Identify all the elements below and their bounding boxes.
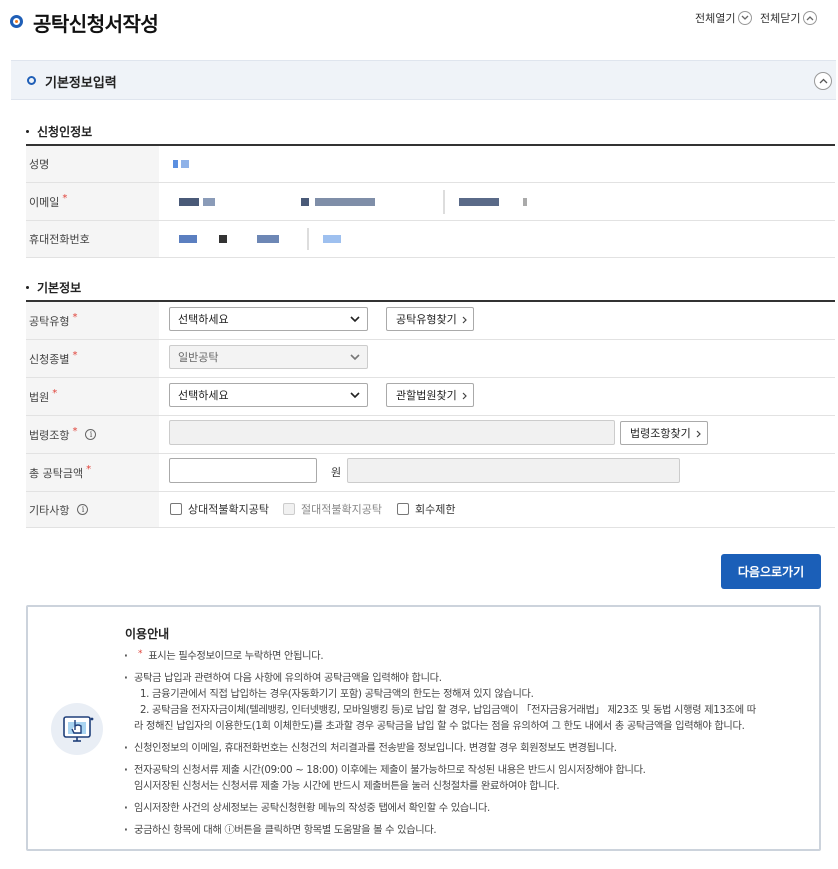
chevron-down-icon [350,354,360,361]
basic-info-table: 공탁유형 * 신청종별 * 법원 * 법령조항 * i 총 공탁금액 * 기타사항 i [26,300,835,528]
applicant-info-table: 성명 이메일 * 휴대전화번호 [26,144,835,258]
next-button[interactable]: 다음으로가기 [721,554,821,589]
name-label: 성명 [26,146,159,182]
masked-text [301,197,309,206]
total-amount-label: 총 공탁금액 * [26,454,159,491]
court-select[interactable]: 선택하세요 [169,383,368,407]
masked-text [181,160,189,168]
collapse-all-button[interactable]: 전체닫기 [760,10,818,26]
masked-text [523,197,527,206]
deposit-type-select[interactable]: 선택하세요 [169,307,368,331]
masked-text [323,235,341,243]
email-label: 이메일 * [26,183,159,220]
chevron-up-icon [803,11,818,25]
absolute-uncertain-checkbox[interactable]: 절대적불확지공탁 [283,501,382,517]
application-type-select[interactable]: 일반공탁 [169,345,368,369]
section-collapse-button[interactable] [814,72,832,90]
currency-unit: 원 [331,466,342,479]
table-row: 이메일 * [26,183,835,221]
application-type-label: 신청종별 * [26,340,159,377]
section-bullet-icon [27,76,36,85]
guide-list: *표시는 필수정보이므로 누락하면 안됩니다. 공탁금 납입과 관련하여 다음 … [124,649,804,845]
law-article-input[interactable] [169,420,615,445]
find-deposit-type-button[interactable]: 공탁유형찾기 [386,307,474,331]
table-row: 성명 [26,146,835,183]
expand-all-button[interactable]: 전체열기 [695,10,753,26]
masked-text [173,160,178,168]
section-title: 기본정보입력 [45,76,117,91]
email-value [169,183,835,220]
guide-title: 이용안내 [125,627,170,641]
list-item: 전자공탁의 신청서류 제출 시간(09:00 ~ 18:00) 이후에는 제출이… [124,763,804,795]
chevron-down-icon [738,11,753,25]
list-item: 신청인정보의 이메일, 휴대전화번호는 신청건의 처리결과를 전송받을 정보입니… [124,741,804,757]
deposit-type-label: 공탁유형 * [26,302,159,339]
list-item: 임시저장한 사건의 상세정보는 공탁신청현황 메뉴의 작성중 탭에서 확인할 수… [124,801,804,817]
collapse-all-label: 전체닫기 [760,12,801,25]
masked-text [179,197,199,206]
list-item: 공탁금 납입과 관련하여 다음 사항에 유의하여 공탁금액을 입력해야 합니다.… [124,671,804,735]
touch-monitor-icon [51,703,103,755]
masked-text [459,197,499,206]
list-item: 궁금하신 항목에 대해 ⓘ버튼을 클릭하면 항목별 도움말을 볼 수 있습니다. [124,823,804,839]
other-label: 기타사항 i [26,492,159,527]
masked-text [315,197,375,206]
page-header: 공탁신청서작성 전체열기 전체닫기 [0,0,838,44]
mobile-value [169,221,835,257]
chevron-right-icon [696,430,701,438]
basic-info-heading: 기본정보 [26,279,81,296]
table-row: 신청종별 * [26,340,835,378]
usage-guide: 이용안내 *표시는 필수정보이므로 누락하면 안됩니다. 공탁금 납입과 관련하… [26,605,821,851]
find-law-article-button[interactable]: 법령조항찾기 [620,421,708,445]
chevron-right-icon [462,392,467,400]
page-title: 공탁신청서작성 [33,12,159,36]
expand-all-label: 전체열기 [695,12,736,25]
list-item: *표시는 필수정보이므로 누락하면 안됩니다. [124,649,804,665]
masked-text [203,197,215,206]
chevron-down-icon [350,316,360,323]
masked-text [219,235,227,243]
chevron-right-icon [462,316,467,324]
mobile-label: 휴대전화번호 [26,221,159,257]
info-icon[interactable]: i [85,429,97,440]
withdrawal-limit-checkbox[interactable]: 회수제한 [397,501,455,517]
title-bullet-icon [10,15,23,28]
info-icon[interactable]: i [77,504,89,515]
section-header-basic-info: 기본정보입력 [11,60,836,100]
masked-text [257,235,279,243]
applicant-info-heading: 신청인정보 [26,123,92,140]
court-label: 법원 * [26,378,159,415]
total-amount-input[interactable] [169,458,317,483]
find-court-button[interactable]: 관할법원찾기 [386,383,474,407]
table-row: 휴대전화번호 [26,221,835,258]
amount-korean-display [347,458,680,483]
masked-text [179,235,197,243]
chevron-down-icon [350,392,360,399]
name-value [169,146,835,182]
law-article-label: 법령조항 * i [26,416,159,453]
relative-uncertain-checkbox[interactable]: 상대적불확지공탁 [170,501,269,517]
